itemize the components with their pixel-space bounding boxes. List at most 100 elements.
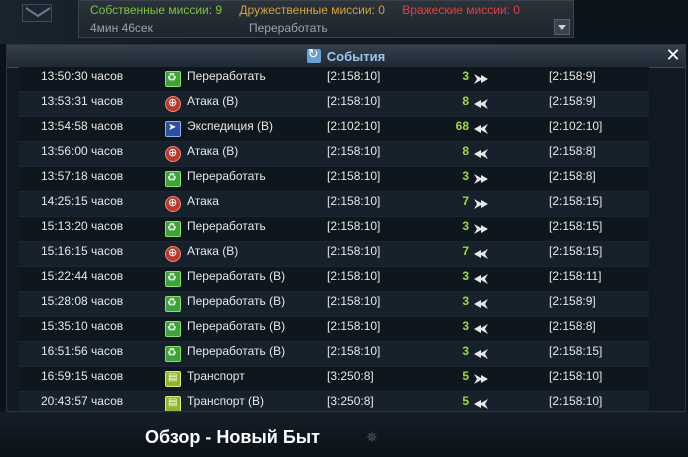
event-type: Атака (В): [187, 94, 239, 108]
fleet-count[interactable]: 5: [439, 394, 469, 408]
event-row[interactable]: 13:54:58 часов Экспедиция (В) [2:102:10] 68…: [19, 117, 649, 142]
event-row[interactable]: 13:50:30 часов Переработать [2:158:10] 3 [2:…: [19, 67, 649, 92]
event-time: 20:43:57 часов: [41, 394, 124, 408]
event-time: 15:35:10 часов: [41, 319, 124, 333]
fleet-count[interactable]: 3: [439, 294, 469, 308]
mission-counters: Собственные миссии: 9 Дружественные мисс…: [90, 3, 520, 17]
event-target-link[interactable]: [2:158:10]: [549, 369, 602, 383]
event-origin-link[interactable]: [2:158:10]: [327, 219, 380, 233]
event-time: 16:51:56 часов: [41, 344, 124, 358]
event-type: Переработать (В): [187, 269, 286, 283]
fleet-outgoing-icon: [474, 74, 488, 84]
event-type: Атака: [187, 194, 219, 208]
fleet-outgoing-icon: [474, 224, 488, 234]
recycle-icon: [165, 221, 181, 237]
fleet-count[interactable]: 8: [439, 94, 469, 108]
footer-title: Обзор - Новый Быт: [145, 427, 320, 447]
event-target-link[interactable]: [2:158:15]: [549, 344, 602, 358]
event-time: 13:53:31 часов: [41, 94, 124, 108]
event-time: 14:25:15 часов: [41, 194, 124, 208]
event-target-link[interactable]: [2:102:10]: [549, 119, 602, 133]
event-origin-link[interactable]: [3:250:8]: [327, 394, 374, 408]
event-row[interactable]: 16:59:15 часов Транспорт [3:250:8] 5 [2:158:…: [19, 367, 649, 392]
recycle-icon: [165, 346, 181, 362]
event-target-link[interactable]: [2:158:15]: [549, 194, 602, 208]
refresh-icon[interactable]: [306, 47, 321, 63]
event-type: Переработать: [187, 169, 266, 183]
fleet-return-icon: [474, 299, 488, 309]
event-target-link[interactable]: [2:158:15]: [549, 244, 602, 258]
event-origin-link[interactable]: [2:158:10]: [327, 294, 380, 308]
event-row[interactable]: 16:51:56 часов Переработать (В) [2:158:10]…: [19, 342, 649, 367]
attack-icon: [165, 246, 181, 262]
fleet-outgoing-icon: [474, 174, 488, 184]
event-origin-link[interactable]: [2:158:10]: [327, 194, 380, 208]
event-row[interactable]: 13:57:18 часов Переработать [2:158:10] 3 [2:…: [19, 167, 649, 192]
next-event-mission[interactable]: Переработать: [249, 21, 328, 35]
recycle-icon: [165, 321, 181, 337]
mission-summary-bar: Собственные миссии: 9 Дружественные мисс…: [78, 0, 574, 38]
event-target-link[interactable]: [2:158:8]: [549, 169, 596, 183]
event-target-link[interactable]: [2:158:8]: [549, 319, 596, 333]
fleet-return-icon: [474, 149, 488, 159]
fleet-count[interactable]: 3: [439, 169, 469, 183]
event-origin-link[interactable]: [2:158:10]: [327, 144, 380, 158]
fleet-count[interactable]: 7: [439, 194, 469, 208]
fleet-return-icon: [474, 99, 488, 109]
fleet-count[interactable]: 3: [439, 319, 469, 333]
event-origin-link[interactable]: [2:158:10]: [327, 94, 380, 108]
event-time: 13:57:18 часов: [41, 169, 124, 183]
fleet-count[interactable]: 68: [439, 119, 469, 133]
event-target-link[interactable]: [2:158:9]: [549, 69, 596, 83]
event-target-link[interactable]: [2:158:9]: [549, 294, 596, 308]
own-missions-count[interactable]: Собственные миссии: 9: [90, 3, 222, 17]
fleet-count[interactable]: 3: [439, 219, 469, 233]
event-origin-link[interactable]: [2:158:10]: [327, 319, 380, 333]
event-time: 15:28:08 часов: [41, 294, 124, 308]
fleet-count[interactable]: 3: [439, 269, 469, 283]
fleet-outgoing-icon: [474, 199, 488, 209]
event-time: 15:16:15 часов: [41, 244, 124, 258]
event-type: Атака (В): [187, 244, 239, 258]
event-time: 13:50:30 часов: [41, 69, 124, 83]
expedition-icon: [165, 121, 181, 137]
event-target-link[interactable]: [2:158:10]: [549, 394, 602, 408]
fleet-count[interactable]: 5: [439, 369, 469, 383]
event-origin-link[interactable]: [2:158:10]: [327, 269, 380, 283]
event-row[interactable]: 15:22:44 часов Переработать (В) [2:158:10]…: [19, 267, 649, 292]
event-target-link[interactable]: [2:158:8]: [549, 144, 596, 158]
fleet-count[interactable]: 7: [439, 244, 469, 258]
event-origin-link[interactable]: [3:250:8]: [327, 369, 374, 383]
event-row[interactable]: 13:53:31 часов Атака (В) [2:158:10] 8 [2:158…: [19, 92, 649, 117]
event-type: Переработать (В): [187, 344, 286, 358]
friendly-missions-count[interactable]: Дружественные миссии: 0: [239, 3, 385, 17]
fleet-count[interactable]: 3: [439, 344, 469, 358]
event-row[interactable]: 15:28:08 часов Переработать (В) [2:158:10]…: [19, 292, 649, 317]
event-target-link[interactable]: [2:158:9]: [549, 94, 596, 108]
event-target-link[interactable]: [2:158:15]: [549, 219, 602, 233]
event-row[interactable]: 14:25:15 часов Атака [2:158:10] 7 [2:158:15]: [19, 192, 649, 217]
fleet-return-icon: [474, 274, 488, 284]
event-target-link[interactable]: [2:158:11]: [549, 269, 602, 283]
event-origin-link[interactable]: [2:158:10]: [327, 69, 380, 83]
event-origin-link[interactable]: [2:158:10]: [327, 244, 380, 258]
event-time: 13:56:00 часов: [41, 144, 124, 158]
enemy-missions-count[interactable]: Вражеские миссии: 0: [402, 3, 520, 17]
event-row[interactable]: 20:43:57 часов Транспорт (В) [3:250:8] 5 [2:…: [19, 392, 649, 411]
chevron-down-icon[interactable]: [554, 19, 570, 35]
event-type: Переработать (В): [187, 319, 286, 333]
event-row[interactable]: 13:56:00 часов Атака (В) [2:158:10] 8 [2:158…: [19, 142, 649, 167]
event-row[interactable]: 15:13:20 часов Переработать [2:158:10] 3 [2:…: [19, 217, 649, 242]
mail-icon[interactable]: [22, 4, 52, 22]
fleet-count[interactable]: 8: [439, 144, 469, 158]
close-button[interactable]: ✕: [665, 47, 681, 65]
event-origin-link[interactable]: [2:158:10]: [327, 169, 380, 183]
event-row[interactable]: 15:35:10 часов Переработать (В) [2:158:10]…: [19, 317, 649, 342]
fleet-count[interactable]: 3: [439, 69, 469, 83]
event-row[interactable]: 15:16:15 часов Атака (В) [2:158:10] 7 [2:158…: [19, 242, 649, 267]
gear-icon[interactable]: ✵: [366, 430, 378, 446]
event-time: 16:59:15 часов: [41, 369, 124, 383]
event-origin-link[interactable]: [2:158:10]: [327, 344, 380, 358]
event-time: 15:13:20 часов: [41, 219, 124, 233]
event-origin-link[interactable]: [2:102:10]: [327, 119, 380, 133]
